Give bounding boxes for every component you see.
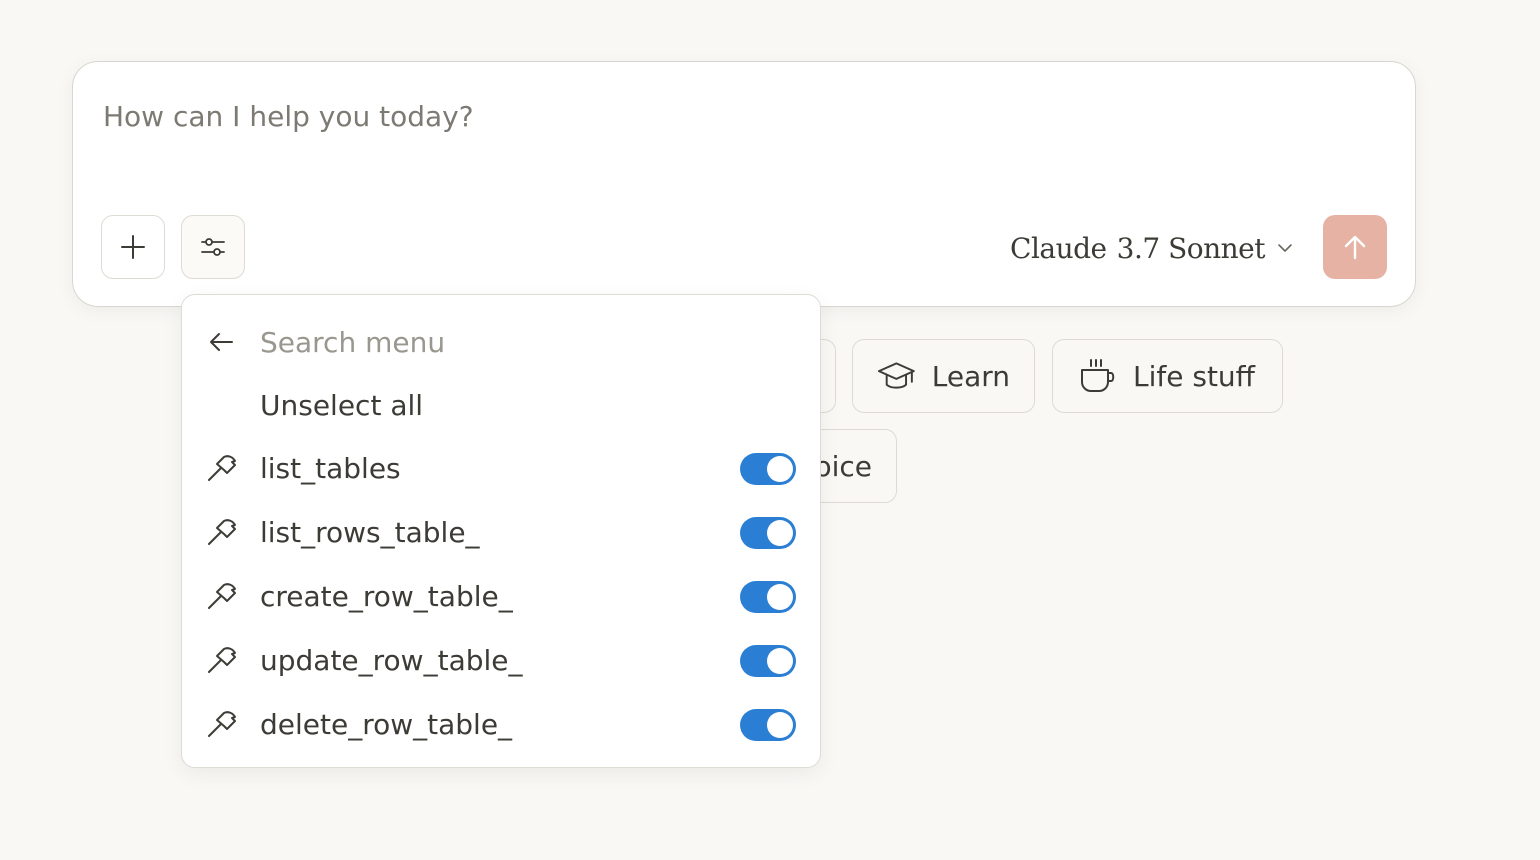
hammer-icon [208,519,236,545]
chip-label: Learn [931,359,1010,393]
menu-search-bar [182,317,820,367]
tool-toggle[interactable] [740,517,796,549]
toggle-knob [767,520,793,546]
arrow-up-icon [1344,235,1366,260]
unselect-all-button[interactable]: Unselect all [260,383,423,427]
hammer-icon [208,583,236,609]
tool-name: update_row_table_ [260,644,523,677]
arrow-left-icon[interactable] [206,327,236,357]
suggestion-chip-life-stuff[interactable]: Life stuff [1052,339,1283,413]
tool-toggle[interactable] [740,581,796,613]
tool-row-list-rows-table[interactable]: list_rows_table_ [182,503,820,563]
tool-row-create-row-table[interactable]: create_row_table_ [182,567,820,627]
tools-button[interactable] [181,215,245,279]
chevron-down-icon [1278,244,1292,252]
toggle-knob [767,456,793,482]
hammer-icon [208,455,236,481]
tool-row-list-tables[interactable]: list_tables [182,439,820,499]
tool-toggle[interactable] [740,645,796,677]
plus-icon [121,235,145,259]
sliders-icon [201,238,225,256]
toggle-knob [767,648,793,674]
model-version: 3.7 Sonnet [1116,231,1266,265]
tool-name: delete_row_table_ [260,708,513,741]
tool-toggle[interactable] [740,453,796,485]
tool-toggle[interactable] [740,709,796,741]
suggestion-chip-learn[interactable]: Learn [852,339,1035,413]
hammer-icon [208,711,236,737]
chat-composer: Claude 3.7 Sonnet [72,61,1416,307]
add-button[interactable] [101,215,165,279]
tool-name: list_tables [260,452,401,485]
chip-label: oice [814,449,872,483]
chip-label: Life stuff [1133,359,1255,393]
tools-menu: Unselect all list_tables list_rows_table… [181,294,821,768]
model-selector[interactable]: Claude 3.7 Sonnet [1010,228,1295,268]
toggle-knob [767,584,793,610]
send-button[interactable] [1323,215,1387,279]
tool-name: list_rows_table_ [260,516,480,549]
tool-name: create_row_table_ [260,580,513,613]
hammer-icon [208,647,236,673]
coffee-cup-icon [1081,359,1115,392]
graduation-cap-icon [877,362,915,389]
prompt-input[interactable] [103,96,1303,136]
toggle-knob [767,712,793,738]
tool-row-delete-row-table[interactable]: delete_row_table_ [182,695,820,755]
model-family: Claude [1010,231,1107,265]
tool-row-update-row-table[interactable]: update_row_table_ [182,631,820,691]
search-menu-input[interactable] [260,321,780,363]
